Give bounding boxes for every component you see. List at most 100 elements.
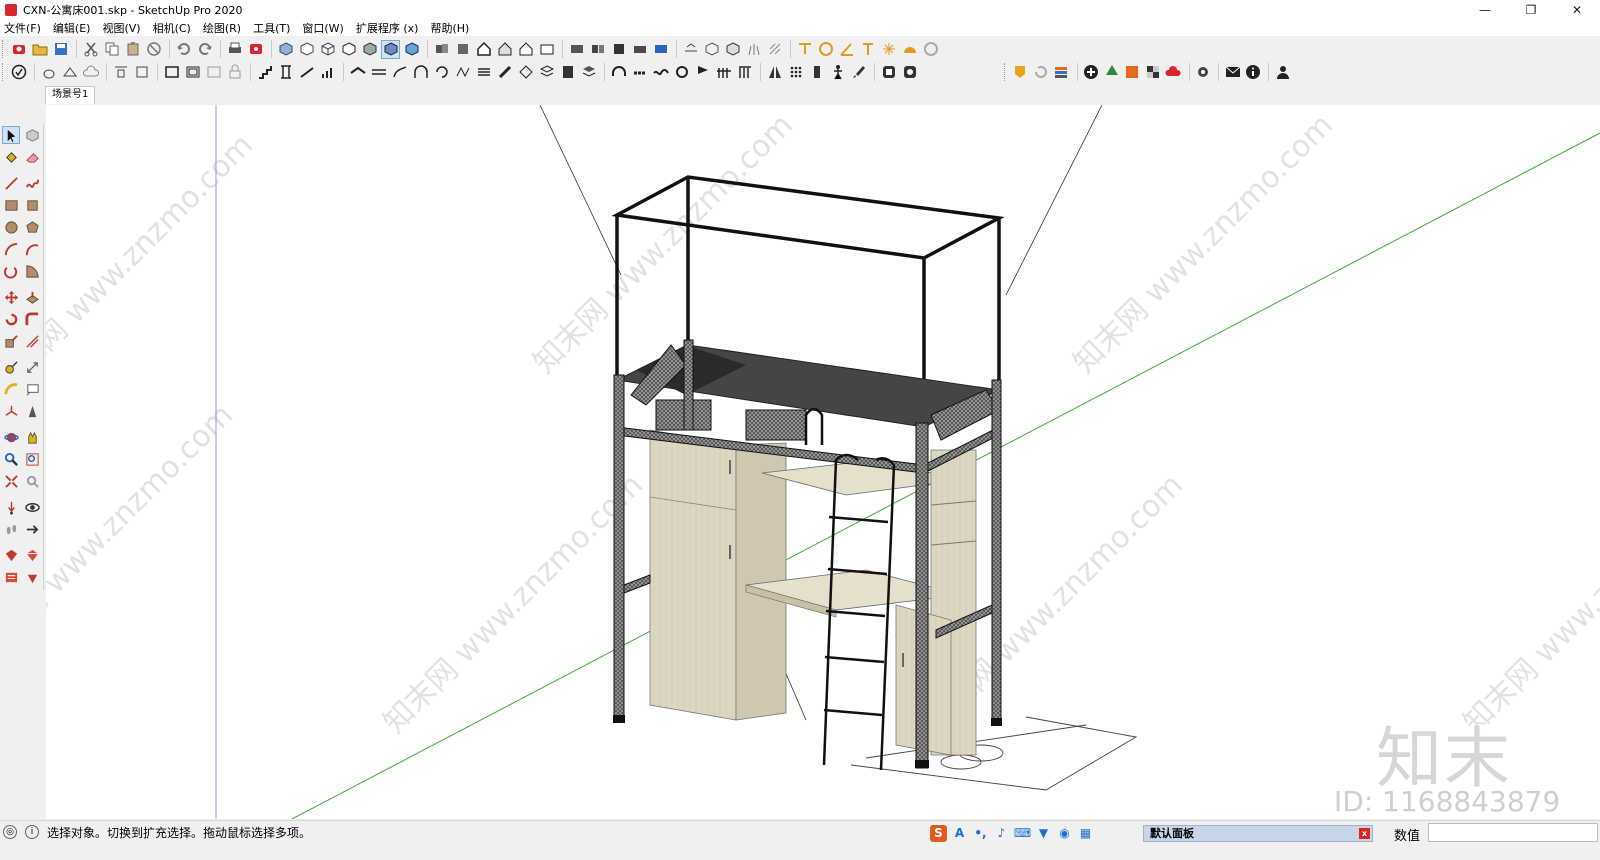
polygon-tool-icon[interactable] <box>23 218 41 236</box>
align-box-icon[interactable] <box>132 63 151 82</box>
hatch-icon[interactable] <box>765 40 784 59</box>
dot-grid-icon[interactable] <box>786 63 805 82</box>
section-display-icon[interactable] <box>630 40 649 59</box>
save-icon[interactable] <box>51 40 70 59</box>
add-icon[interactable] <box>1082 63 1101 82</box>
left-view-icon[interactable] <box>537 40 556 59</box>
previous-view-icon[interactable] <box>23 472 41 490</box>
zoom-window-icon[interactable] <box>23 450 41 468</box>
protractor-icon[interactable] <box>816 40 835 59</box>
zoom-tool-icon[interactable] <box>2 450 20 468</box>
scale-tool-icon[interactable] <box>2 332 20 350</box>
redo-icon[interactable] <box>195 40 214 59</box>
back-view-icon[interactable] <box>516 40 535 59</box>
geo-location-icon[interactable]: ◎ <box>3 825 17 839</box>
minimize-button[interactable]: — <box>1462 0 1508 19</box>
info-circle-icon[interactable]: i <box>25 825 39 839</box>
default-tray-header[interactable]: 默认面板 x <box>1143 825 1373 842</box>
position-camera-icon[interactable] <box>2 498 20 516</box>
tray-close-icon[interactable]: x <box>1359 828 1370 839</box>
ime-english-icon[interactable]: A <box>951 825 968 842</box>
book-icon[interactable] <box>558 63 577 82</box>
monochrome-icon[interactable] <box>402 40 421 59</box>
menu-draw[interactable]: 绘图(R) <box>203 20 241 36</box>
dimension-icon[interactable] <box>795 40 814 59</box>
freehand-icon[interactable] <box>23 174 41 192</box>
shadow-icon[interactable] <box>900 40 919 59</box>
rectangle-tool-icon[interactable] <box>2 196 20 214</box>
colonnade-icon[interactable] <box>735 63 754 82</box>
section-plane-icon[interactable] <box>567 40 586 59</box>
wave-icon[interactable] <box>651 63 670 82</box>
offset-tool-icon[interactable] <box>23 332 41 350</box>
stack-icon[interactable] <box>537 63 556 82</box>
toolbar-grip[interactable] <box>2 63 6 81</box>
menu-file[interactable]: 文件(F) <box>4 20 41 36</box>
print-icon[interactable] <box>225 40 244 59</box>
line-tool-icon[interactable] <box>2 174 20 192</box>
text-tool-icon[interactable] <box>858 40 877 59</box>
home-view-icon[interactable] <box>474 40 493 59</box>
rotated-rectangle-icon[interactable] <box>23 196 41 214</box>
refresh-icon[interactable] <box>1032 63 1051 82</box>
camera-target-icon[interactable] <box>900 63 919 82</box>
toolbar-grip[interactable] <box>1004 63 1008 81</box>
3d-text-icon[interactable] <box>23 402 41 420</box>
model-viewport[interactable]: 知末网 www.znzmo.com 知末网 www.znzmo.com 知末网 … <box>46 105 1600 819</box>
pillar-icon[interactable] <box>807 63 826 82</box>
boxes-icon[interactable] <box>579 63 598 82</box>
menu-view[interactable]: 视图(V) <box>102 20 140 36</box>
arc-tool-icon[interactable] <box>2 240 20 258</box>
tree-icon[interactable] <box>1102 63 1121 82</box>
cloud-outline-icon[interactable] <box>81 63 100 82</box>
axes-icon[interactable] <box>879 40 898 59</box>
sandbox-icon[interactable] <box>60 63 79 82</box>
walk-tool-icon[interactable] <box>2 520 20 538</box>
select-tool-icon[interactable] <box>2 126 20 144</box>
mail-icon[interactable] <box>1223 63 1242 82</box>
spiral-icon[interactable] <box>672 63 691 82</box>
layers-icon[interactable] <box>1052 63 1071 82</box>
info-icon[interactable] <box>1244 63 1263 82</box>
chain-icon[interactable] <box>630 63 649 82</box>
roof-icon[interactable] <box>348 63 367 82</box>
bars-icon[interactable] <box>318 63 337 82</box>
column-icon[interactable] <box>276 63 295 82</box>
look-around-icon[interactable] <box>23 498 41 516</box>
flag-icon[interactable] <box>693 63 712 82</box>
window-frame-icon[interactable] <box>162 63 181 82</box>
mirror-icon[interactable] <box>765 63 784 82</box>
ime-game-icon[interactable]: ◉ <box>1056 825 1073 842</box>
menu-tools[interactable]: 工具(T) <box>253 20 290 36</box>
ime-logo-icon[interactable]: S <box>930 824 947 842</box>
undo-icon[interactable] <box>174 40 193 59</box>
tape-measure-icon[interactable] <box>2 358 20 376</box>
components-icon[interactable] <box>432 40 451 59</box>
layers-lines-icon[interactable] <box>474 63 493 82</box>
hidden-line-icon[interactable] <box>339 40 358 59</box>
xray-icon[interactable] <box>297 40 316 59</box>
railing-icon[interactable] <box>369 63 388 82</box>
extension-shield-icon[interactable] <box>1011 63 1030 82</box>
menu-camera[interactable]: 相机(C) <box>153 20 191 36</box>
stairs-icon[interactable] <box>255 63 274 82</box>
menu-window[interactable]: 窗口(W) <box>302 20 343 36</box>
box-icon[interactable] <box>702 40 721 59</box>
shaded-textures-icon[interactable] <box>381 39 400 59</box>
section-cut-icon[interactable] <box>609 40 628 59</box>
axes-tool-icon[interactable] <box>2 402 20 420</box>
ime-microphone-icon[interactable]: ♪ <box>993 825 1010 842</box>
text-label-icon[interactable] <box>23 380 41 398</box>
measure-tape-icon[interactable] <box>681 40 700 59</box>
fence-icon[interactable] <box>714 63 733 82</box>
teapot-icon[interactable] <box>39 63 58 82</box>
zoom-extents-icon[interactable] <box>2 472 20 490</box>
window-gray-icon[interactable] <box>204 63 223 82</box>
section-fill-icon[interactable] <box>588 40 607 59</box>
align-top-icon[interactable] <box>111 63 130 82</box>
rotate-arc-icon[interactable] <box>432 63 451 82</box>
ruby-plugin-icon[interactable] <box>23 546 41 564</box>
ime-toolbox-icon[interactable]: ▦ <box>1077 825 1094 842</box>
ime-punctuation-icon[interactable]: •, <box>972 825 989 842</box>
move-tool-icon[interactable] <box>2 288 20 306</box>
